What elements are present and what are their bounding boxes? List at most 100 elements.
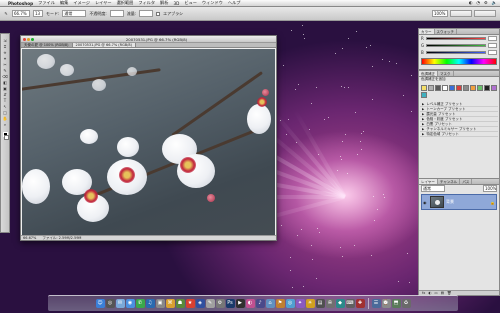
menu-view[interactable]: ビュー — [184, 0, 197, 6]
tool-icon[interactable]: ⇲ — [2, 38, 8, 43]
dock-app-icon[interactable]: ☰ — [371, 299, 381, 308]
dock-app-icon[interactable]: ◎ — [285, 299, 295, 308]
dock-app-icon[interactable]: ✚ — [355, 299, 365, 308]
disclosure-triangle-icon[interactable]: ▶ — [422, 107, 424, 111]
dock-app-icon[interactable]: ⚙ — [215, 299, 225, 308]
dock-app-icon[interactable]: ◈ — [195, 299, 205, 308]
opacity-field[interactable] — [109, 10, 124, 17]
red-value-field[interactable] — [488, 36, 497, 41]
dock-app-icon[interactable]: ⌚ — [381, 299, 391, 308]
tab-channels[interactable]: チャンネル — [438, 179, 461, 184]
tool-icon[interactable]: ✎ — [2, 68, 8, 73]
tool-icon[interactable]: ⌗ — [2, 44, 8, 49]
adjustment-icon[interactable] — [421, 92, 427, 98]
tab-masks[interactable]: マスク — [438, 71, 454, 76]
blend-mode-select[interactable]: 通常 — [421, 185, 445, 192]
dock-app-icon[interactable]: ✆ — [135, 299, 145, 308]
green-ramp[interactable] — [426, 44, 486, 47]
dock-app-icon[interactable]: ▣ — [155, 299, 165, 308]
menu-image[interactable]: イメージ — [73, 0, 90, 6]
status-zoom[interactable]: 66.67% — [23, 236, 36, 240]
disclosure-triangle-icon[interactable]: ▶ — [422, 122, 424, 126]
disclosure-triangle-icon[interactable]: ▶ — [422, 102, 424, 106]
disclosure-triangle-icon[interactable]: ▶ — [422, 132, 424, 136]
zoom-button[interactable] — [31, 37, 34, 41]
airbrush-checkbox[interactable] — [156, 11, 161, 16]
brush-tool-icon[interactable]: ✎ — [3, 11, 9, 16]
tool-icon[interactable]: ✂ — [2, 62, 8, 67]
blue-value-field[interactable] — [488, 50, 497, 55]
disclosure-triangle-icon[interactable]: ▶ — [422, 117, 424, 121]
layer-row-background[interactable]: ◉ 背景 🔒 — [421, 194, 497, 210]
tool-icon[interactable]: ◧ — [2, 80, 8, 85]
eye-icon[interactable]: ◉ — [423, 200, 428, 205]
dock-app-icon[interactable]: Ps — [225, 299, 235, 308]
adjustment-icon[interactable] — [463, 85, 469, 91]
menu-3d[interactable]: 3D — [173, 1, 179, 6]
preset-row[interactable]: ▶ 特定色域 プリセット — [420, 132, 498, 137]
adjustment-icon[interactable] — [491, 85, 497, 91]
adjustment-icon[interactable] — [442, 85, 448, 91]
volume-icon[interactable]: 🔈 — [492, 0, 497, 6]
color-spectrum[interactable] — [421, 58, 497, 65]
tool-icon[interactable]: ↖ — [2, 104, 8, 109]
menu-edit[interactable]: 編集 — [60, 0, 68, 6]
document-titlebar[interactable]: 20070531.JPG @ 66.7% (RGB/8) — [21, 36, 276, 43]
workspace-button[interactable] — [450, 10, 472, 17]
tool-icon[interactable]: ✋ — [2, 116, 8, 121]
tab-color[interactable]: カラー — [419, 29, 435, 34]
zoom-right-field[interactable]: 100% — [432, 10, 448, 17]
blue-ramp[interactable] — [425, 51, 486, 54]
menu-file[interactable]: ファイル — [38, 0, 55, 6]
minimize-button[interactable] — [27, 37, 30, 41]
dock-app-icon[interactable]: ▶ — [235, 299, 245, 308]
document-tab-active[interactable]: 20070531.JPG @ 66.7% (RGB/8) — [72, 43, 136, 47]
workspace-button[interactable] — [474, 10, 496, 17]
dock-app-icon[interactable]: ✦ — [295, 299, 305, 308]
document-tab[interactable]: 天使の夏 @ 100% (RGB/8) — [21, 43, 73, 47]
menu-analysis[interactable]: 解析 — [160, 0, 168, 6]
dock-app-icon[interactable]: ✉ — [115, 299, 125, 308]
adjustment-icon[interactable] — [435, 85, 441, 91]
status-icon[interactable]: ⚙ — [484, 0, 488, 6]
dock-app-icon[interactable]: ◆ — [335, 299, 345, 308]
menu-layer[interactable]: レイヤー — [95, 0, 112, 6]
dock-app-icon[interactable]: ★ — [185, 299, 195, 308]
dock-app-icon[interactable]: ✎ — [205, 299, 215, 308]
dock-app-icon[interactable]: ✇ — [325, 299, 335, 308]
red-ramp[interactable] — [425, 37, 486, 40]
zoom-field[interactable]: 66.7% — [12, 10, 30, 17]
tab-swatches[interactable]: スウォッチ — [435, 29, 457, 34]
dock-app-icon[interactable]: ⬒ — [391, 299, 401, 308]
adjustment-icon[interactable] — [477, 85, 483, 91]
dock-app-icon[interactable]: ♪ — [255, 299, 265, 308]
menu-select[interactable]: 選択範囲 — [117, 0, 134, 6]
tab-paths[interactable]: パス — [460, 179, 473, 184]
adjustment-icon[interactable] — [456, 85, 462, 91]
close-button[interactable] — [23, 37, 26, 41]
image-canvas[interactable] — [22, 49, 275, 235]
background-color-swatch[interactable] — [4, 135, 9, 140]
tab-adjustments[interactable]: 色調補正 — [419, 71, 438, 76]
brush-size-field[interactable]: 13 — [33, 10, 43, 17]
menu-window[interactable]: ウィンドウ — [202, 0, 223, 6]
adjustment-icon[interactable] — [428, 85, 434, 91]
dock-app-icon[interactable]: ⚑ — [275, 299, 285, 308]
dock-app-icon[interactable]: ◐ — [245, 299, 255, 308]
dock-app-icon[interactable]: ⌘ — [165, 299, 175, 308]
tool-icon[interactable]: □ — [2, 110, 8, 115]
adjustment-icon[interactable] — [449, 85, 455, 91]
dock-app-icon[interactable]: ☺ — [95, 299, 105, 308]
dock-app-icon[interactable]: ☗ — [175, 299, 185, 308]
dock-app-icon[interactable]: ♻ — [401, 299, 411, 308]
adjustment-icon[interactable] — [421, 85, 427, 91]
dock-app-icon[interactable]: ▤ — [315, 299, 325, 308]
tool-icon[interactable]: ⌫ — [2, 74, 8, 79]
tool-icon[interactable]: T — [2, 98, 8, 103]
menu-help[interactable]: ヘルプ — [228, 0, 241, 6]
disclosure-triangle-icon[interactable]: ▶ — [422, 112, 424, 116]
dock-app-icon[interactable]: ⌂ — [265, 299, 275, 308]
dock-app-icon[interactable]: ◎ — [105, 299, 115, 308]
flow-field[interactable] — [139, 10, 154, 17]
menu-filter[interactable]: フィルタ — [138, 0, 155, 6]
